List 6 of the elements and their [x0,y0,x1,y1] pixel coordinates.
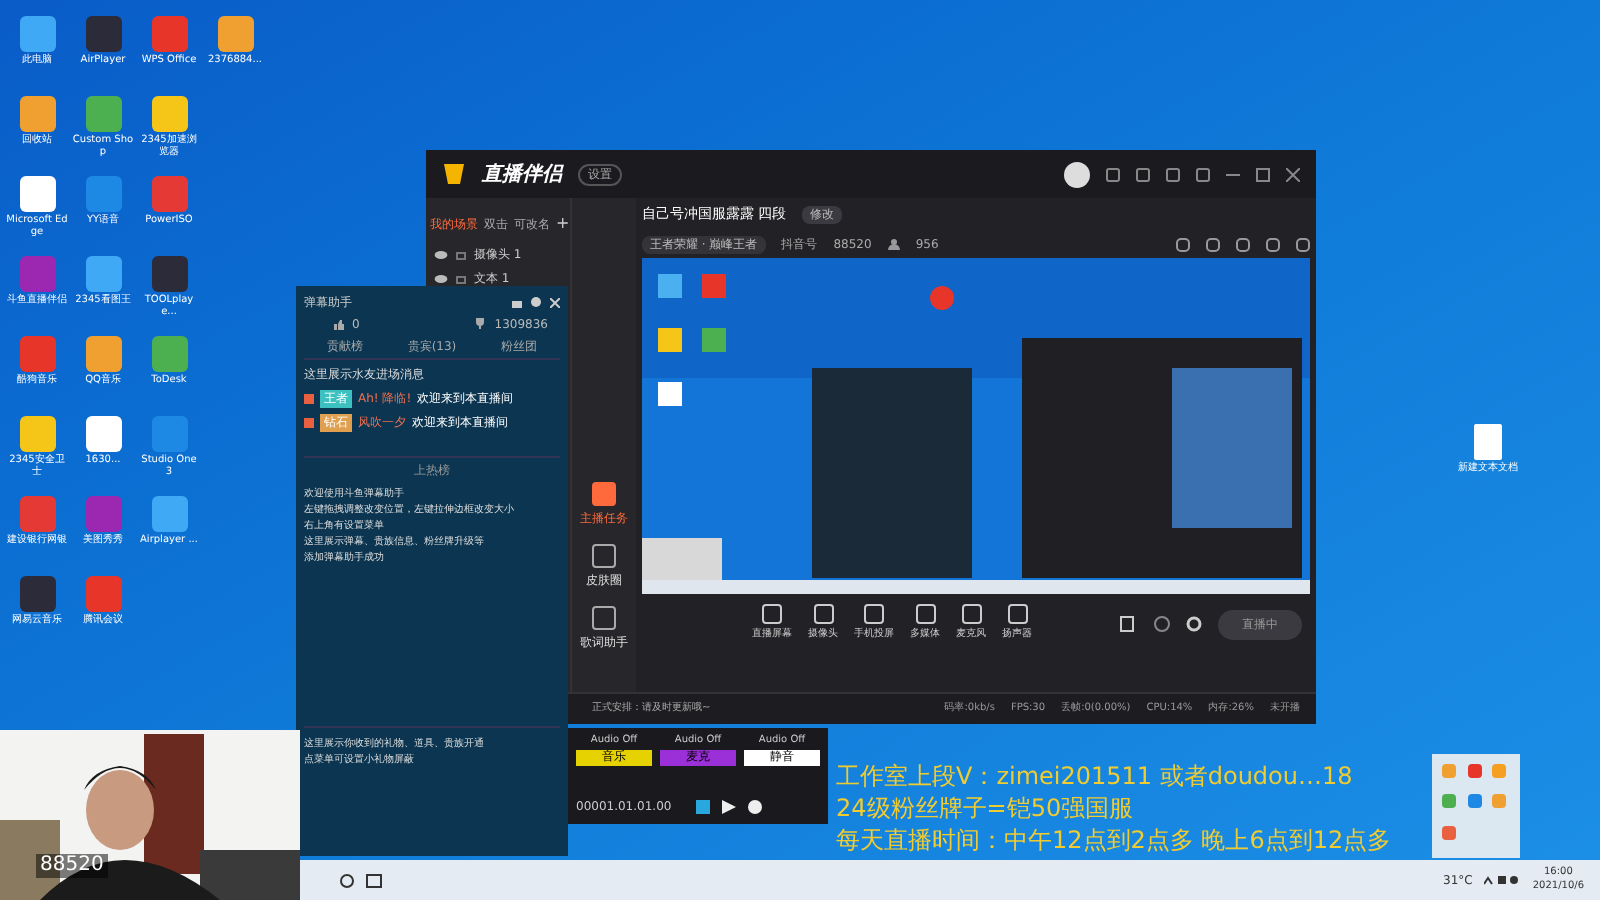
overlay-text: 每天直播时间：中午12点到2点多 晚上6点到12点多 [836,824,1392,856]
app-logo: 直播伴侣 [482,161,562,189]
caption-text: 88520 [36,854,108,878]
overlay-text: 工作室上段V：zimei201511 或者doudou…18 [836,760,1353,792]
overlay-text: 24级粉丝牌子=铠50强国服 [836,792,1134,824]
add-scene-button[interactable]: + [556,212,570,236]
